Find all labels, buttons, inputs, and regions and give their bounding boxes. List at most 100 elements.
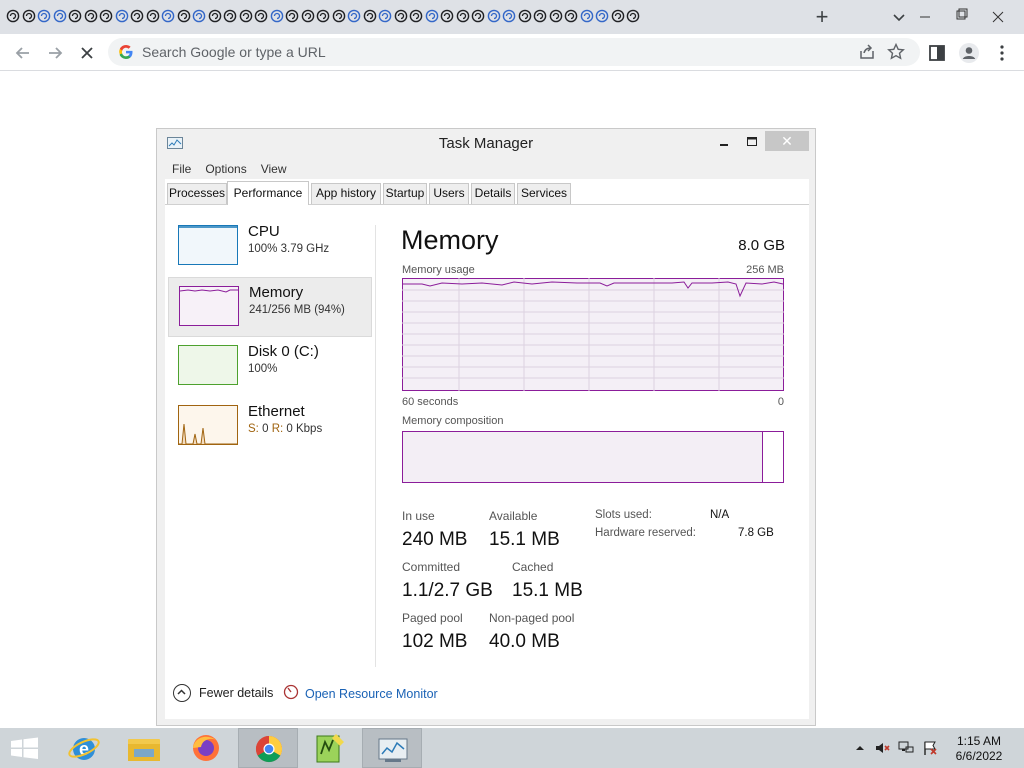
tab-favicon-spiral-icon[interactable] — [533, 8, 548, 24]
firefox-icon[interactable] — [176, 728, 236, 768]
tab-favicon-spiral-icon[interactable] — [301, 8, 316, 24]
ethernet-send-label: S: — [248, 423, 259, 435]
volume-muted-icon[interactable] — [874, 740, 890, 756]
tm-minimize-button[interactable] — [717, 133, 731, 149]
tm-maximize-button[interactable] — [745, 133, 759, 149]
tab-favicon-spiral-icon[interactable] — [316, 8, 331, 24]
tab-favicon-spiral-icon[interactable] — [378, 8, 393, 24]
sidebar-ethernet-label: Ethernet — [248, 403, 305, 420]
tab-favicon-spiral-icon[interactable] — [37, 8, 52, 24]
window-close-button[interactable] — [980, 0, 1016, 34]
fewer-details-button[interactable]: Fewer details — [173, 684, 273, 702]
committed-value: 1.1/2.7 GB — [402, 580, 493, 601]
tab-favicon-spiral-icon[interactable] — [626, 8, 641, 24]
sidebar-ethernet-detail: S: 0 R: 0 Kbps — [248, 423, 322, 435]
action-center-flag-icon[interactable] — [922, 740, 938, 756]
tab-favicon-spiral-icon[interactable] — [270, 8, 285, 24]
graph-time-left: 60 seconds — [402, 396, 459, 408]
tab-favicon-spiral-icon[interactable] — [471, 8, 486, 24]
show-hidden-icons-chevron-icon[interactable] — [852, 740, 868, 756]
open-resource-monitor-link[interactable]: Open Resource Monitor — [283, 684, 438, 703]
windows-start-icon[interactable] — [0, 728, 50, 768]
tab-favicon-spiral-icon[interactable] — [99, 8, 114, 24]
chrome-menu-kebab-icon[interactable] — [992, 42, 1014, 64]
tab-favicon-spiral-icon[interactable] — [487, 8, 502, 24]
menu-view[interactable]: View — [261, 162, 287, 176]
ethernet-receive-label: R: — [271, 423, 284, 435]
tab-services[interactable]: Services — [517, 183, 571, 204]
taskbar-clock[interactable]: 1:15 AM 6/6/2022 — [940, 734, 1018, 764]
network-icon[interactable] — [898, 740, 914, 756]
tab-favicon-spiral-icon[interactable] — [161, 8, 176, 24]
tab-favicon-spiral-icon[interactable] — [332, 8, 347, 24]
forward-arrow-icon[interactable] — [42, 40, 68, 66]
tab-favicon-spiral-icon[interactable] — [456, 8, 471, 24]
slots-used-label: Slots used: — [595, 509, 652, 521]
tab-startup[interactable]: Startup — [383, 183, 427, 204]
tab-favicon-spiral-icon[interactable] — [564, 8, 579, 24]
tab-favicon-spiral-icon[interactable] — [239, 8, 254, 24]
omnibox[interactable]: Search Google or type a URL — [108, 38, 920, 66]
stop-loading-icon[interactable] — [74, 40, 100, 66]
internet-explorer-icon[interactable]: e — [54, 728, 114, 768]
window-minimize-button[interactable] — [907, 0, 943, 34]
tab-favicon-spiral-icon[interactable] — [549, 8, 564, 24]
tab-favicon-spiral-icon[interactable] — [347, 8, 362, 24]
tab-favicon-spiral-icon[interactable] — [580, 8, 595, 24]
tab-favicon-spiral-icon[interactable] — [611, 8, 626, 24]
task-manager-taskbar-icon[interactable] — [362, 728, 422, 768]
bookmark-star-icon[interactable] — [886, 42, 906, 62]
tab-favicon-spiral-icon[interactable] — [53, 8, 68, 24]
tab-favicon-spiral-icon[interactable] — [115, 8, 130, 24]
browser-tab-strip: + — [0, 0, 1024, 34]
sidebar-item-cpu[interactable]: CPU 100% 3.79 GHz — [168, 217, 372, 277]
tab-favicon-spiral-icon[interactable] — [595, 8, 610, 24]
menu-options[interactable]: Options — [205, 162, 246, 176]
tab-favicon-spiral-icon[interactable] — [254, 8, 269, 24]
task-manager-titlebar[interactable]: Task Manager ✕ — [157, 129, 815, 159]
tab-favicon-spiral-icon[interactable] — [130, 8, 145, 24]
tab-favicon-spiral-icon[interactable] — [502, 8, 517, 24]
tab-favicon-spiral-icon[interactable] — [285, 8, 300, 24]
menu-file[interactable]: File — [172, 162, 191, 176]
tab-favicon-spiral-icon[interactable] — [518, 8, 533, 24]
in-use-value: 240 MB — [402, 529, 468, 550]
tab-favicon-spiral-icon[interactable] — [177, 8, 192, 24]
in-use-label: In use — [402, 509, 435, 523]
memory-usage-label: Memory usage — [402, 264, 475, 276]
tab-favicon-spiral-icon[interactable] — [363, 8, 378, 24]
file-explorer-icon[interactable] — [114, 728, 174, 768]
chrome-icon[interactable] — [238, 728, 298, 768]
sidebar-item-ethernet[interactable]: Ethernet S: 0 R: 0 Kbps — [168, 397, 372, 457]
tab-favicon-spiral-icon[interactable] — [6, 8, 21, 24]
tab-favicon-spiral-icon[interactable] — [394, 8, 409, 24]
tab-users[interactable]: Users — [429, 183, 469, 204]
tab-favicon-spiral-icon[interactable] — [208, 8, 223, 24]
back-arrow-icon[interactable] — [10, 40, 36, 66]
tab-favicon-spiral-icon[interactable] — [146, 8, 161, 24]
profile-avatar-icon[interactable] — [958, 42, 980, 64]
notepad-plus-plus-icon[interactable] — [300, 728, 360, 768]
tab-processes[interactable]: Processes — [167, 183, 227, 204]
tab-favicon-spiral-icon[interactable] — [409, 8, 424, 24]
tab-favicon-spiral-icon[interactable] — [22, 8, 37, 24]
tab-details[interactable]: Details — [471, 183, 515, 204]
fewer-details-label: Fewer details — [199, 686, 274, 700]
tab-favicon-spiral-icon[interactable] — [425, 8, 440, 24]
tab-performance[interactable]: Performance — [227, 181, 309, 205]
tab-favicon-spiral-icon[interactable] — [68, 8, 83, 24]
sidebar-disk-label: Disk 0 (C:) — [248, 343, 319, 360]
sidebar-item-disk[interactable]: Disk 0 (C:) 100% — [168, 337, 372, 397]
cached-value: 15.1 MB — [512, 580, 583, 601]
tab-favicon-spiral-icon[interactable] — [440, 8, 455, 24]
tab-favicon-spiral-icon[interactable] — [84, 8, 99, 24]
side-panel-icon[interactable] — [926, 42, 948, 64]
window-restore-button[interactable] — [944, 0, 980, 34]
tab-app-history[interactable]: App history — [311, 183, 381, 204]
new-tab-button[interactable]: + — [810, 4, 834, 30]
tab-favicon-spiral-icon[interactable] — [192, 8, 207, 24]
share-icon[interactable] — [858, 43, 876, 61]
tm-close-button[interactable]: ✕ — [765, 131, 809, 151]
sidebar-item-memory[interactable]: Memory 241/256 MB (94%) — [168, 277, 372, 337]
tab-favicon-spiral-icon[interactable] — [223, 8, 238, 24]
